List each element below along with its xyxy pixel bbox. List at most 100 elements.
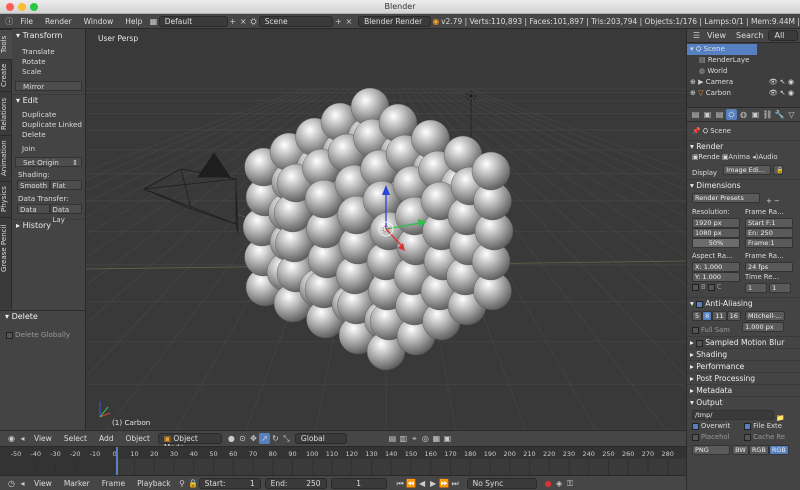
start-frame-prop[interactable]: Start F:1 <box>745 218 793 228</box>
world-tab-icon[interactable]: ◍ <box>738 109 749 120</box>
menu-object[interactable]: Object <box>119 434 155 443</box>
file-extensions-option[interactable]: File Exte <box>744 422 782 430</box>
border-checkbox[interactable] <box>692 283 699 291</box>
current-frame-field[interactable]: 1 <box>330 477 387 489</box>
add-layout-icon[interactable]: + <box>228 16 238 27</box>
file-extensions-checkbox[interactable] <box>744 422 752 430</box>
current-frame-cursor[interactable] <box>116 447 118 476</box>
camera-render-icon[interactable]: ▣ <box>442 433 453 444</box>
shading-panel-header[interactable]: ▸ Shading <box>687 348 800 360</box>
render-image-button[interactable]: ▣Rende <box>692 153 720 161</box>
aa-samples-8[interactable]: 8 <box>702 311 713 321</box>
menu-add[interactable]: Add <box>93 434 120 443</box>
aspect-y-field[interactable]: Y: 1.000 <box>692 272 740 282</box>
remove-scene-icon[interactable]: × <box>344 16 354 27</box>
color-bw-button[interactable]: BW <box>732 445 749 455</box>
aa-filter-select[interactable]: Mitchell-... <box>745 311 786 321</box>
operator-panel-header[interactable]: ▾ Delete <box>0 311 85 323</box>
tab-tools[interactable]: Tools <box>0 29 12 59</box>
edit-panel-header[interactable]: ▾ Edit <box>12 94 85 106</box>
outliner-item-scene[interactable]: ▾ ⛭ Scene <box>687 44 757 55</box>
aa-samples-5[interactable]: 5 <box>692 311 703 321</box>
color-rgb-button[interactable]: RGB <box>748 445 769 455</box>
camera-visibility-icons[interactable]: 👁 ↖ ◉ <box>769 77 794 88</box>
timeline-editor[interactable]: -50 -40 -30 -20 -10 0 10 20 30 40 50 60 70 80 90 100 110… <box>0 446 686 476</box>
editor-type-properties-icon[interactable]: ▤ <box>690 109 701 120</box>
menu-frame[interactable]: Frame <box>96 479 131 488</box>
frame-rate-select[interactable]: 24 fps <box>745 262 793 272</box>
cache-result-option[interactable]: Cache Re <box>744 433 785 441</box>
smooth-button[interactable]: Smooth <box>17 180 50 190</box>
constraints-tab-icon[interactable]: ⛓ <box>762 109 773 120</box>
menu-timeline-view[interactable]: View <box>28 479 58 488</box>
flat-button[interactable]: Flat <box>49 180 82 190</box>
output-path-field[interactable]: /tmp/ <box>692 410 774 420</box>
tab-grease-pencil[interactable]: Grease Pencil <box>0 217 12 279</box>
delete-button[interactable]: Delete <box>15 130 82 140</box>
end-frame-prop[interactable]: En: 250 <box>745 228 793 238</box>
carbon-visibility-icons[interactable]: 👁 ↖ ◉ <box>769 88 794 99</box>
menu-select[interactable]: Select <box>58 434 93 443</box>
render-animation-button[interactable]: ▣Anima <box>722 153 750 161</box>
set-origin-button[interactable]: Set Origin ⇕ <box>15 157 82 167</box>
zoom-window-icon[interactable] <box>30 3 38 11</box>
tab-animation[interactable]: Animation <box>0 135 12 181</box>
collapse-menu-icon-2[interactable]: ◂ <box>17 478 28 489</box>
carbon-object[interactable] <box>242 87 514 371</box>
dimensions-panel-header[interactable]: ▾ Dimensions <box>687 179 800 191</box>
play-icon[interactable]: ▶ <box>428 478 439 489</box>
scale-manipulator-icon[interactable]: ⤡ <box>281 433 292 444</box>
metadata-panel-header[interactable]: ▸ Metadata <box>687 384 800 396</box>
transform-panel-header[interactable]: ▾ Transform <box>12 30 85 42</box>
add-preset-icon[interactable]: + <box>766 197 772 205</box>
keying-set-icon[interactable]: ◈ <box>554 478 565 489</box>
screen-layout-field[interactable]: Default <box>158 15 228 27</box>
play-reverse-icon[interactable]: ◀ <box>417 478 428 489</box>
collapse-menu-icon[interactable]: ◂ <box>17 433 28 444</box>
crop-checkbox[interactable] <box>707 283 715 291</box>
resolution-x-field[interactable]: 1920 px <box>692 218 740 228</box>
outliner-item-carbon[interactable]: ⊕ ▽ Carbon 👁 ↖ ◉ <box>687 88 800 99</box>
preview-range-icon[interactable]: ⚲ <box>177 478 188 489</box>
duplicate-button[interactable]: Duplicate <box>15 110 82 120</box>
post-processing-panel-header[interactable]: ▸ Post Processing <box>687 372 800 384</box>
resolution-y-field[interactable]: 1080 px <box>692 228 740 238</box>
file-format-select[interactable]: PNG <box>692 445 730 455</box>
motion-blur-panel-header[interactable]: ▸ Sampled Motion Blur <box>687 336 800 348</box>
render-audio-button[interactable]: ◂)Audio <box>752 153 777 161</box>
jump-end-icon[interactable]: ⏭ <box>450 478 461 489</box>
tab-create[interactable]: Create <box>0 59 12 91</box>
jump-keyframe-back-icon[interactable]: ⏪ <box>406 478 417 489</box>
delete-globally-option[interactable]: Delete Globally <box>0 329 85 340</box>
layers-icon[interactable]: ▤ <box>387 433 398 444</box>
3d-viewport[interactable]: User Persp (1) Carbon <box>86 29 686 430</box>
menu-render[interactable]: Render <box>39 17 78 26</box>
jump-keyframe-forward-icon[interactable]: ⏩ <box>439 478 450 489</box>
menu-marker[interactable]: Marker <box>58 479 96 488</box>
snap-icon[interactable]: ⌖ <box>409 433 420 444</box>
transform-orientation-select[interactable]: Global <box>294 433 347 444</box>
outliner-item-render-layers[interactable]: ▤ RenderLaye <box>687 55 800 66</box>
motion-blur-checkbox[interactable] <box>696 339 704 347</box>
interaction-mode-select[interactable]: ▣ Object Mode <box>157 433 222 452</box>
object-tab-icon[interactable]: ▣ <box>750 109 761 120</box>
tab-relations[interactable]: Relations <box>0 91 12 135</box>
translate-manipulator-icon[interactable]: ↗ <box>258 433 270 444</box>
add-scene-icon[interactable]: + <box>333 16 343 27</box>
time-remap-new[interactable]: 1 <box>769 283 792 293</box>
anti-aliasing-checkbox[interactable] <box>696 300 704 308</box>
duplicate-linked-button[interactable]: Duplicate Linked <box>15 120 82 130</box>
frame-step-prop[interactable]: Frame:1 <box>745 238 793 248</box>
data-button[interactable]: Data <box>17 204 50 214</box>
editor-type-timeline-icon[interactable]: ◷ <box>6 478 17 489</box>
outliner-view-menu[interactable]: View <box>702 31 731 40</box>
render-panel-header[interactable]: ▾ Render <box>687 140 800 152</box>
translate-button[interactable]: Translate <box>15 47 82 57</box>
mirror-button[interactable]: Mirror <box>15 81 82 91</box>
insert-keyframe-icon[interactable]: ⚿ <box>565 478 576 489</box>
outliner-display-mode[interactable]: All Scen <box>768 30 799 41</box>
overwrite-checkbox[interactable] <box>692 422 699 430</box>
color-rgba-button[interactable]: RGB <box>768 445 789 455</box>
cache-result-checkbox[interactable] <box>744 433 752 441</box>
aa-samples-16[interactable]: 16 <box>726 311 741 321</box>
